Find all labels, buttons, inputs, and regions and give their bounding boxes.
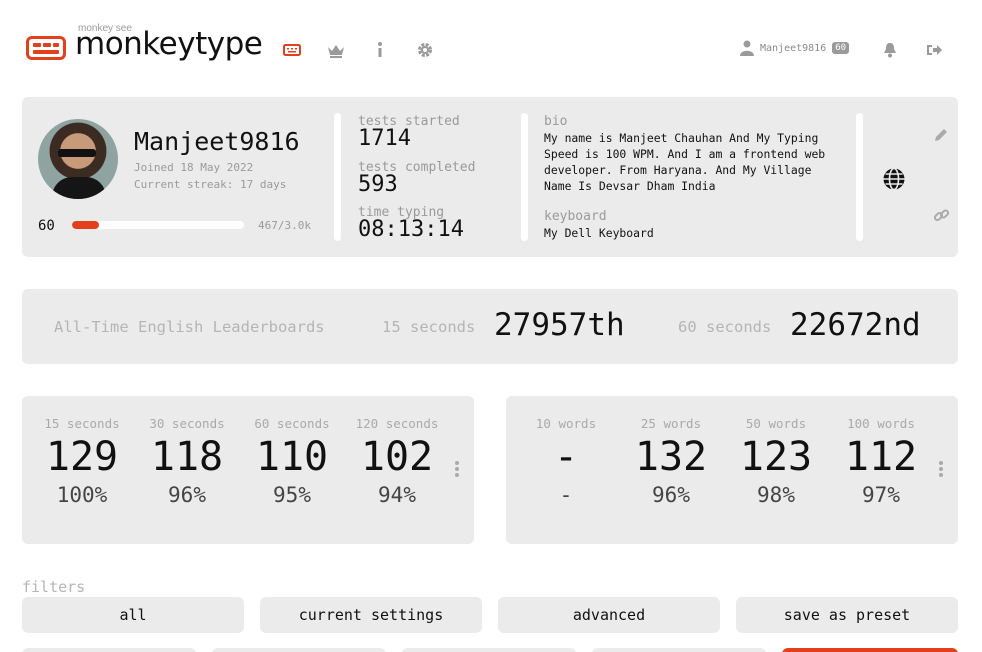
- account-username: Manjeet9816: [760, 42, 827, 54]
- link-icon[interactable]: [933, 207, 950, 228]
- profile-card: Manjeet9816 Joined 18 May 2022 Current s…: [22, 97, 958, 257]
- pb-label: 60 seconds: [254, 416, 330, 431]
- edit-icon[interactable]: [933, 127, 949, 147]
- pb-label: 25 words: [640, 416, 702, 431]
- filter-row-button-active[interactable]: [782, 648, 958, 652]
- leaderboard-card: All-Time English Leaderboards 15 seconds…: [22, 289, 958, 364]
- pb-label: 10 words: [535, 416, 597, 431]
- pb-label: 50 words: [745, 416, 807, 431]
- pb-wpm: 118: [150, 434, 224, 480]
- more-icon[interactable]: [939, 461, 945, 479]
- profile-level: 60: [38, 218, 55, 234]
- filter-row-button[interactable]: [592, 648, 766, 652]
- pb-accuracy: 96%: [168, 483, 206, 507]
- pb-wpm: 102: [360, 434, 434, 480]
- filters-label: filters: [22, 578, 86, 596]
- filter-row-button[interactable]: [22, 648, 196, 652]
- bio-text: My name is Manjeet Chauhan And My Typing…: [544, 131, 826, 193]
- pb-time-card[interactable]: 15 seconds 129 100% 30 seconds 118 96% 6…: [22, 396, 474, 544]
- pb-accuracy: 97%: [862, 483, 900, 507]
- leaderboard-rank: 22672nd: [790, 307, 921, 343]
- gear-icon[interactable]: [413, 38, 437, 62]
- pb-accuracy: 96%: [652, 483, 690, 507]
- pb-item: 10 words - -: [516, 416, 616, 507]
- pb-item: 30 seconds 118 96%: [137, 416, 237, 507]
- xp-text: 467/3.0k: [258, 219, 311, 232]
- leaderboard-title: All-Time English Leaderboards: [54, 318, 325, 336]
- pb-wpm: 129: [45, 434, 119, 480]
- pb-item: 15 seconds 129 100%: [32, 416, 132, 507]
- filter-all-button[interactable]: all: [22, 597, 244, 633]
- globe-icon[interactable]: [882, 167, 906, 195]
- leaderboard-rank: 27957th: [494, 307, 625, 343]
- filter-row-button[interactable]: [402, 648, 576, 652]
- pb-label: 30 seconds: [149, 416, 225, 431]
- more-icon[interactable]: [455, 461, 461, 479]
- pb-accuracy: 94%: [378, 483, 416, 507]
- leaderboard-label: 60 seconds: [678, 318, 772, 336]
- xp-progress-fill: [72, 221, 99, 229]
- pb-item: 120 seconds 102 94%: [347, 416, 447, 507]
- info-icon[interactable]: [368, 38, 392, 62]
- filter-row-button[interactable]: [212, 648, 386, 652]
- tests-completed-value: 593: [358, 172, 398, 197]
- crown-icon[interactable]: [324, 38, 348, 62]
- divider: [334, 113, 341, 241]
- pb-accuracy: 98%: [757, 483, 795, 507]
- profile-name: Manjeet9816: [134, 127, 300, 156]
- user-icon: [740, 40, 754, 56]
- pb-wpm: 132: [634, 434, 708, 480]
- header: monkey see monkeytype Manjeet9816 60: [22, 20, 960, 76]
- leaderboard-label: 15 seconds: [382, 318, 476, 336]
- save-as-preset-button[interactable]: save as preset: [736, 597, 958, 633]
- account-button[interactable]: Manjeet9816 60: [740, 38, 850, 58]
- filter-current-settings-button[interactable]: current settings: [260, 597, 482, 633]
- pb-item: 100 words 112 97%: [831, 416, 931, 507]
- pb-item: 50 words 123 98%: [726, 416, 826, 507]
- pb-wpm: 123: [739, 434, 813, 480]
- filter-advanced-button[interactable]: advanced: [498, 597, 720, 633]
- keyboard-text: My Dell Keyboard: [544, 226, 654, 240]
- pb-wpm: 112: [844, 434, 918, 480]
- keyboard-icon[interactable]: [280, 38, 304, 62]
- xp-progress-bar: [72, 221, 244, 229]
- pb-label: 15 seconds: [44, 416, 120, 431]
- pb-label: 120 seconds: [355, 416, 439, 431]
- pb-item: 25 words 132 96%: [621, 416, 721, 507]
- logo-icon[interactable]: [26, 36, 66, 60]
- pb-accuracy: -: [559, 483, 573, 507]
- avatar: [38, 119, 118, 199]
- divider: [856, 113, 863, 241]
- time-typing-value: 08:13:14: [358, 217, 464, 242]
- bell-icon[interactable]: [878, 38, 902, 62]
- pb-label: 100 words: [847, 416, 915, 431]
- pb-accuracy: 95%: [273, 483, 311, 507]
- tests-started-value: 1714: [358, 126, 411, 151]
- logout-icon[interactable]: [922, 38, 946, 62]
- account-level-badge: 60: [832, 42, 850, 54]
- logo-text[interactable]: monkeytype: [75, 26, 263, 62]
- keyboard-label: keyboard: [544, 209, 607, 224]
- profile-joined: Joined 18 May 2022: [134, 161, 254, 174]
- divider: [521, 113, 528, 241]
- pb-wpm: 110: [255, 434, 329, 480]
- pb-item: 60 seconds 110 95%: [242, 416, 342, 507]
- pb-wpm: -: [553, 434, 579, 480]
- pb-accuracy: 100%: [56, 483, 108, 507]
- profile-streak: Current streak: 17 days: [134, 178, 287, 191]
- bio-label: bio: [544, 114, 568, 129]
- pb-words-card[interactable]: 10 words - - 25 words 132 96% 50 words 1…: [506, 396, 958, 544]
